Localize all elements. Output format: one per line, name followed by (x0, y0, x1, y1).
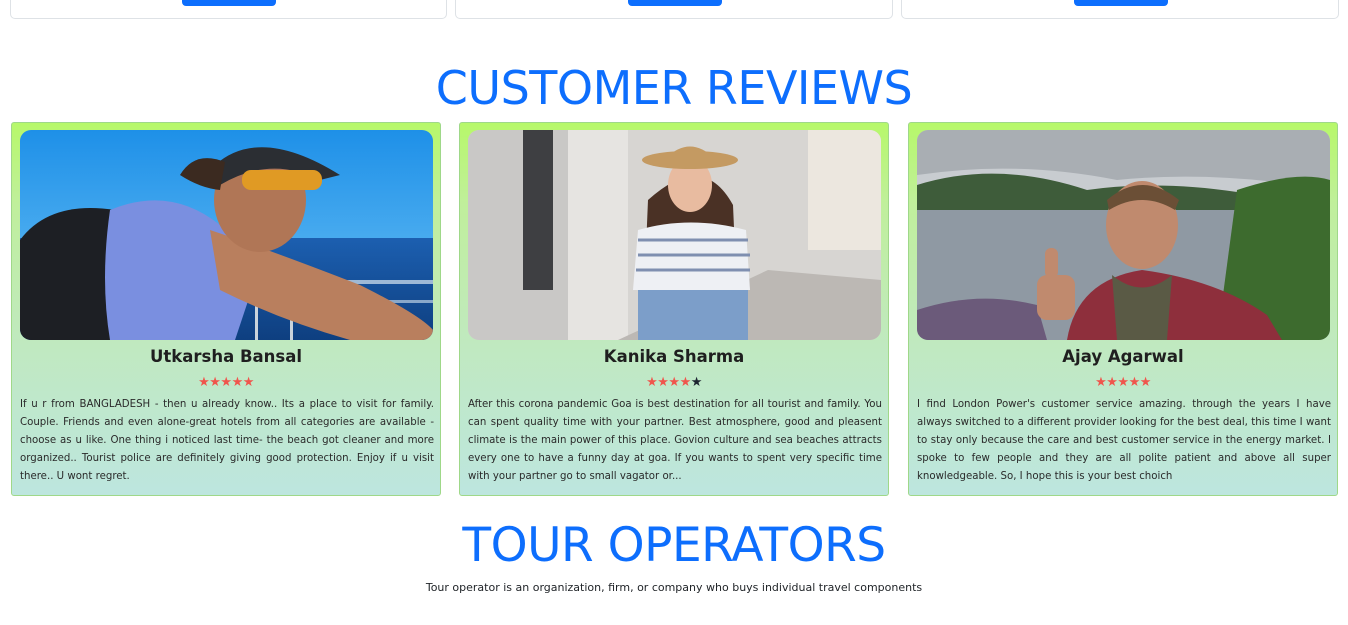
previous-card (901, 0, 1339, 19)
review-card: Utkarsha Bansal ★★★★★ If u r from BANGLA… (11, 122, 441, 496)
star-empty-icon: ★ (690, 375, 703, 390)
reviewer-name: Kanika Sharma (603, 347, 745, 366)
previous-card-button[interactable] (628, 0, 722, 6)
star-filled-icon: ★ (1139, 375, 1152, 390)
reviewer-photo (468, 130, 881, 340)
review-card: Ajay Agarwal ★★★★★ I find London Power's… (908, 122, 1338, 496)
star-filled-icon: ★ (646, 375, 658, 390)
previous-section-cards (10, 0, 1339, 19)
star-filled-icon: ★ (1128, 375, 1141, 390)
reviewer-name: Ajay Agarwal (1062, 347, 1184, 366)
reviewer-photo (20, 130, 433, 340)
tour-operators-description: Tour operator is an organization, firm, … (425, 581, 923, 594)
star-filled-icon: ★ (668, 375, 680, 390)
star-filled-icon: ★ (657, 375, 669, 390)
star-filled-icon: ★ (1117, 375, 1129, 390)
reviewer-name: Utkarsha Bansal (149, 347, 303, 366)
customer-reviews-heading: CUSTOMER REVIEWS (435, 61, 913, 115)
previous-card-button[interactable] (1074, 0, 1168, 6)
previous-card-button[interactable] (182, 0, 276, 6)
star-filled-icon: ★ (231, 375, 244, 390)
star-filled-icon: ★ (242, 375, 255, 390)
star-rating: ★★★★★ (12, 376, 440, 390)
star-filled-icon: ★ (198, 375, 210, 390)
review-text: I find London Power's customer service a… (917, 399, 1331, 482)
star-rating: ★★★★★ (460, 376, 888, 390)
tour-operators-heading: TOUR OPERATORS (462, 518, 886, 573)
star-filled-icon: ★ (220, 375, 232, 390)
review-card: Kanika Sharma ★★★★★ After this corona pa… (459, 122, 889, 496)
reviewer-photo (917, 130, 1330, 340)
star-filled-icon: ★ (679, 375, 692, 390)
star-filled-icon: ★ (1095, 375, 1107, 390)
star-filled-icon: ★ (1106, 375, 1118, 390)
previous-card (10, 0, 447, 19)
star-filled-icon: ★ (209, 375, 221, 390)
star-rating: ★★★★★ (909, 376, 1337, 390)
previous-card (455, 0, 893, 19)
review-text: If u r from BANGLADESH - then u already … (20, 399, 434, 482)
review-text: After this corona pandemic Goa is best d… (468, 399, 882, 482)
